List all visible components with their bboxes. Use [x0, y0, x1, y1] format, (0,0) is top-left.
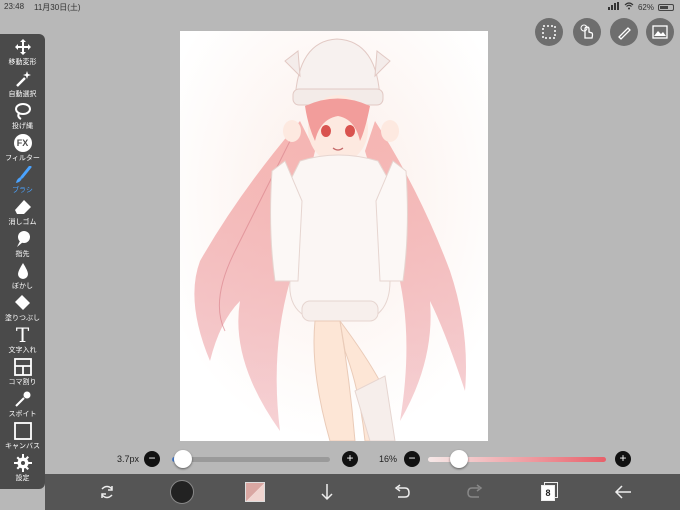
tool-palette: 移動変形 自動選択 投げ縄 FX フィルター ブラシ 消しゴム 指先 ぼかし 塗…	[0, 34, 45, 489]
drawing-canvas[interactable]	[180, 31, 488, 441]
tool-canvas[interactable]: キャンバス	[0, 422, 45, 454]
bucket-icon	[14, 295, 30, 310]
tool-label: フィルター	[5, 155, 40, 162]
brush-preview-button[interactable]	[162, 474, 202, 510]
tool-magic-wand[interactable]: 自動選択	[0, 70, 45, 102]
rotate-icon	[101, 485, 113, 499]
tool-label: ブラシ	[12, 187, 33, 194]
brush-size-knob[interactable]	[174, 450, 192, 468]
tool-smudge[interactable]: 指先	[0, 230, 45, 262]
tool-label: 指先	[15, 251, 30, 258]
selection-button[interactable]	[535, 18, 563, 46]
drop-icon	[17, 263, 28, 279]
brush-size-slider[interactable]	[172, 457, 330, 462]
tool-label: スポイト	[8, 411, 37, 418]
gear-icon	[13, 454, 32, 472]
brush-size-value: 3.7px	[117, 454, 140, 464]
brush-icon	[15, 166, 31, 183]
tool-filter[interactable]: FX フィルター	[0, 134, 45, 166]
opacity-value: 16%	[379, 454, 398, 464]
tool-blur[interactable]: ぼかし	[0, 262, 45, 294]
opacity-knob[interactable]	[450, 450, 468, 468]
signal-icon	[607, 2, 620, 12]
brush-preview-icon	[170, 480, 194, 504]
canvas-icon	[13, 422, 32, 440]
tool-label: ぼかし	[12, 283, 33, 290]
tool-label: 投げ縄	[12, 123, 33, 130]
arrow-left-icon	[614, 485, 631, 499]
redo-icon	[467, 484, 483, 498]
back-button[interactable]	[603, 474, 643, 510]
eraser-icon	[14, 200, 31, 214]
layers-icon: 8	[541, 482, 559, 502]
finger-icon	[16, 231, 30, 247]
tool-label: 消しゴム	[8, 219, 37, 226]
move-icon	[14, 39, 31, 55]
plus-icon: +	[619, 451, 627, 465]
status-time: 23:48	[4, 2, 25, 11]
color-button[interactable]	[235, 474, 275, 510]
status-date: 11月30日(土)	[34, 3, 81, 12]
wifi-icon	[624, 2, 634, 12]
pen-icon	[618, 27, 631, 40]
stabilizer-button[interactable]	[610, 18, 638, 46]
battery-icon	[658, 3, 674, 11]
undo-icon	[394, 484, 410, 498]
tool-settings[interactable]: 設定	[0, 454, 45, 486]
status-bar: 23:48 11月30日(土) 62%	[0, 0, 680, 14]
lasso-icon	[14, 103, 31, 120]
redo-button[interactable]	[455, 474, 495, 510]
artwork-illustration	[180, 31, 488, 441]
text-icon: T	[15, 323, 30, 347]
image-icon	[652, 25, 668, 39]
tool-frame[interactable]: コマ割り	[0, 358, 45, 390]
arrow-down-icon	[321, 484, 333, 501]
tool-label: 移動変形	[8, 59, 37, 66]
tool-label: 塗りつぶし	[4, 315, 41, 322]
hand-icon	[580, 24, 594, 39]
material-button[interactable]	[646, 18, 674, 46]
minus-icon: −	[408, 451, 416, 465]
bottom-bar: 8	[45, 474, 680, 510]
tool-lasso[interactable]: 投げ縄	[0, 102, 45, 134]
dashed-rect-icon	[542, 25, 556, 39]
tool-label: キャンバス	[5, 443, 40, 450]
opacity-increase-button[interactable]: +	[615, 451, 631, 467]
magic-wand-icon	[15, 71, 31, 87]
layer-count: 8	[541, 485, 555, 501]
tool-eyedropper[interactable]: スポイト	[0, 390, 45, 422]
fx-icon: FX	[13, 134, 32, 152]
undo-button[interactable]	[382, 474, 422, 510]
status-right: 62%	[607, 2, 674, 12]
tool-fill[interactable]: 塗りつぶし	[0, 294, 45, 326]
brush-size-decrease-button[interactable]: −	[144, 451, 160, 467]
brush-size-increase-button[interactable]: +	[342, 451, 358, 467]
tool-text[interactable]: T 文字入れ	[0, 323, 45, 358]
minus-icon: −	[148, 451, 156, 465]
gesture-button[interactable]	[573, 18, 601, 46]
color-swatch	[245, 482, 265, 502]
tool-eraser[interactable]: 消しゴム	[0, 198, 45, 230]
download-button[interactable]	[307, 474, 347, 510]
rotate-button[interactable]	[87, 474, 127, 510]
opacity-decrease-button[interactable]: −	[404, 451, 420, 467]
tool-label: コマ割り	[8, 379, 37, 386]
tool-label: 文字入れ	[8, 347, 37, 354]
eyedropper-icon	[14, 391, 30, 407]
tool-brush[interactable]: ブラシ	[0, 166, 45, 198]
tool-move[interactable]: 移動変形	[0, 38, 45, 70]
battery-percent: 62%	[637, 2, 654, 12]
plus-icon: +	[346, 451, 354, 465]
tool-label: 自動選択	[8, 91, 37, 98]
layers-button[interactable]: 8	[530, 474, 570, 510]
frame-divider-icon	[13, 358, 32, 376]
tool-label: 設定	[15, 475, 30, 482]
